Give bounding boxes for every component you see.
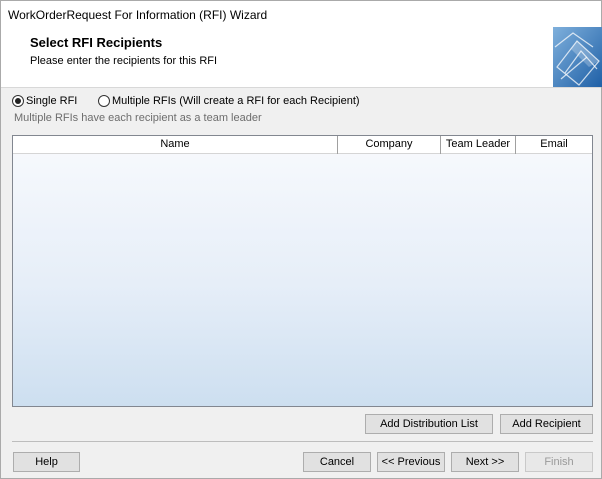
wizard-window: WorkOrderRequest For Information (RFI) W… bbox=[0, 0, 602, 479]
grid-header: Name Company Team Leader Email bbox=[13, 136, 592, 154]
next-button[interactable]: Next >> bbox=[451, 452, 519, 472]
page-subtitle: Please enter the recipients for this RFI bbox=[30, 55, 218, 67]
footer-divider bbox=[12, 441, 593, 442]
wizard-header: Select RFI Recipients Please enter the r… bbox=[1, 27, 602, 87]
multiple-rfis-label: Multiple RFIs (Will create a RFI for eac… bbox=[112, 95, 360, 107]
window-title: WorkOrderRequest For Information (RFI) W… bbox=[8, 8, 268, 22]
radio-unchecked-icon bbox=[98, 95, 110, 107]
column-header-team-leader[interactable]: Team Leader bbox=[441, 136, 516, 154]
previous-button[interactable]: << Previous bbox=[377, 452, 445, 472]
add-recipient-button[interactable]: Add Recipient bbox=[500, 414, 593, 434]
cancel-button[interactable]: Cancel bbox=[303, 452, 371, 472]
finish-button[interactable]: Finish bbox=[525, 452, 593, 472]
multiple-rfis-radio[interactable]: Multiple RFIs (Will create a RFI for eac… bbox=[98, 95, 360, 107]
page-title: Select RFI Recipients bbox=[30, 35, 163, 50]
mode-hint: Multiple RFIs have each recipient as a t… bbox=[14, 112, 262, 124]
header-divider bbox=[1, 87, 601, 88]
column-header-name[interactable]: Name bbox=[13, 136, 338, 154]
recipients-grid[interactable]: Name Company Team Leader Email bbox=[12, 135, 593, 407]
radio-checked-icon bbox=[12, 95, 24, 107]
window-titlebar[interactable]: WorkOrderRequest For Information (RFI) W… bbox=[1, 1, 601, 29]
single-rfi-radio[interactable]: Single RFI bbox=[12, 95, 77, 107]
add-distribution-list-button[interactable]: Add Distribution List bbox=[365, 414, 493, 434]
column-header-company[interactable]: Company bbox=[338, 136, 441, 154]
wizard-logo-icon bbox=[553, 27, 602, 87]
help-button[interactable]: Help bbox=[13, 452, 80, 472]
single-rfi-label: Single RFI bbox=[26, 95, 78, 107]
column-header-email[interactable]: Email bbox=[516, 136, 592, 154]
